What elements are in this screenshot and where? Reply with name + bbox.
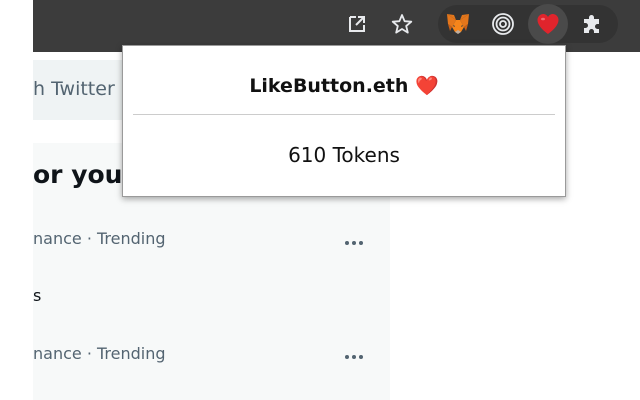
token-balance: 610 Tokens	[288, 143, 400, 167]
bookmark-star-icon[interactable]	[386, 8, 418, 40]
target-rings-icon[interactable]	[487, 8, 519, 40]
trend-meta[interactable]: nance · Trending	[33, 344, 166, 363]
search-placeholder[interactable]: h Twitter	[33, 78, 115, 100]
trends-title: or you	[33, 160, 123, 189]
extension-popup: LikeButton.eth ❤️ 610 Tokens	[122, 45, 566, 197]
heart-icon[interactable]	[532, 8, 564, 40]
trend-name[interactable]: s	[33, 286, 41, 305]
popup-title: LikeButton.eth ❤️	[249, 75, 439, 97]
page-left-edge	[0, 0, 33, 400]
metamask-fox-icon[interactable]	[442, 8, 474, 40]
open-external-icon[interactable]	[341, 8, 373, 40]
puzzle-extensions-icon[interactable]	[576, 8, 608, 40]
more-options-icon[interactable]	[339, 347, 369, 367]
popup-divider	[133, 114, 555, 115]
trend-meta[interactable]: nance · Trending	[33, 229, 166, 248]
more-options-icon[interactable]	[339, 233, 369, 253]
